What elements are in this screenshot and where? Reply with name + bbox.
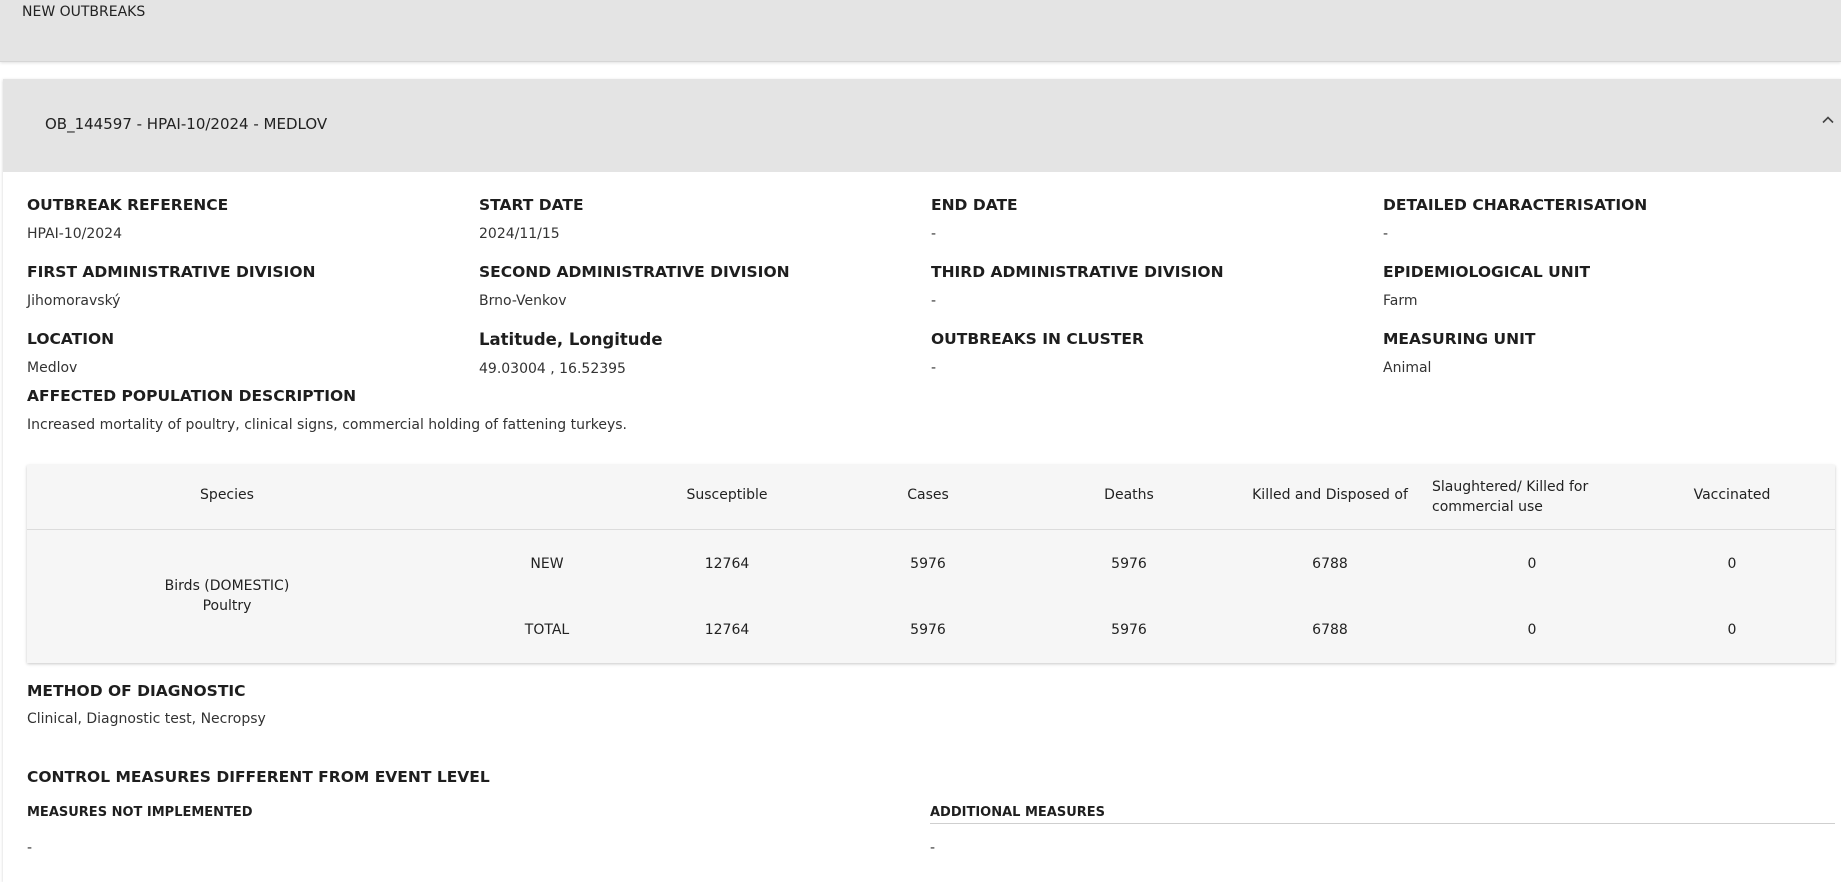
field-affected-population: AFFECTED POPULATION DESCRIPTION Increase… [27,387,627,433]
species-name: Poultry [202,598,252,614]
measures-not-implemented-label: MEASURES NOT IMPLEMENTED [27,805,253,820]
header-cases: Cases [907,487,949,503]
table-cell: 12764 [704,556,750,572]
table-header-row: Species Susceptible Cases Deaths Killed … [27,465,1835,530]
field-label: END DATE [931,196,1018,214]
additional-measures-label: ADDITIONAL MEASURES [930,805,1106,820]
table-cell: 0 [1527,622,1537,638]
row-type-total: TOTAL [524,622,570,638]
field-outbreak-reference: OUTBREAK REFERENCE HPAI-10/2024 [27,196,228,242]
method-of-diagnostic-value: Clinical, Diagnostic test, Necropsy [27,711,266,727]
table-cell: 6788 [1312,622,1348,638]
field-label: LOCATION [27,330,115,348]
field-label: EPIDEMIOLOGICAL UNIT [1383,263,1591,281]
field-label: OUTBREAK REFERENCE [27,196,229,214]
field-label: AFFECTED POPULATION DESCRIPTION [27,387,357,405]
field-value: - [1383,226,1389,242]
field-value: - [931,226,937,242]
field-label: OUTBREAKS IN CLUSTER [931,330,1144,348]
row-type-new: NEW [530,556,564,572]
method-of-diagnostic-label: METHOD OF DIAGNOSTIC [27,682,246,700]
table-cell: 5976 [910,622,946,638]
field-value: Animal [1383,360,1432,376]
field-lat-long: Latitude, Longitude 49.03004 , 16.52395 [479,330,663,377]
header-deaths: Deaths [1104,487,1154,503]
field-location: LOCATION Medlov [27,330,114,376]
field-outbreaks-in-cluster: OUTBREAKS IN CLUSTER - [931,330,1144,376]
field-value: Jihomoravský [27,293,121,309]
field-start-date: START DATE 2024/11/15 [479,196,584,242]
table-cell: 12764 [704,622,750,638]
field-second-admin-division: SECOND ADMINISTRATIVE DIVISION Brno-Venk… [479,263,790,309]
field-detailed-characterisation: DETAILED CHARACTERISATION - [1383,196,1647,242]
divider [930,823,1835,824]
field-epidemiological-unit: EPIDEMIOLOGICAL UNIT Farm [1383,263,1590,309]
field-label: THIRD ADMINISTRATIVE DIVISION [931,263,1224,281]
new-outbreaks-bar: NEW OUTBREAKS [0,0,1841,62]
header-killed-disposed: Killed and Disposed of [1252,487,1408,503]
species-table: Species Susceptible Cases Deaths Killed … [27,465,1835,663]
table-cell: 6788 [1312,556,1348,572]
field-value: HPAI-10/2024 [27,226,122,242]
header-slaughtered: Slaughtered/ Killed for commercial use [1432,477,1632,517]
species-cell: Birds (DOMESTIC) Poultry [27,576,427,616]
field-value: 49.03004 , 16.52395 [479,361,626,377]
outbreak-panel-header[interactable]: OB_144597 - HPAI-10/2024 - MEDLOV [3,79,1841,172]
table-cell: 5976 [1111,622,1147,638]
table-cell: 0 [1527,556,1537,572]
table-cell: 0 [1727,622,1737,638]
header-vaccinated: Vaccinated [1693,487,1771,503]
outbreak-header-title: OB_144597 - HPAI-10/2024 - MEDLOV [45,115,328,133]
field-end-date: END DATE - [931,196,1018,242]
field-value: - [931,293,937,309]
header-susceptible: Susceptible [686,487,768,503]
field-label: SECOND ADMINISTRATIVE DIVISION [479,263,790,281]
field-label: DETAILED CHARACTERISATION [1383,196,1648,214]
section-title: NEW OUTBREAKS [22,4,146,20]
additional-measures-value: - [930,840,936,856]
field-value: - [931,360,937,376]
species-group: Birds (DOMESTIC) [164,578,290,594]
field-measuring-unit: MEASURING UNIT Animal [1383,330,1535,376]
table-cell: 5976 [910,556,946,572]
field-value: Farm [1383,293,1418,309]
header-slaughtered-line1: Slaughtered/ Killed for [1432,479,1589,495]
field-third-admin-division: THIRD ADMINISTRATIVE DIVISION - [931,263,1224,309]
header-slaughtered-line2: commercial use [1432,499,1543,515]
field-label: Latitude, Longitude [479,330,663,349]
field-value: Increased mortality of poultry, clinical… [27,417,628,433]
table-cell: 5976 [1111,556,1147,572]
header-species: Species [200,487,254,503]
measures-not-implemented-value: - [27,840,33,856]
field-value: Medlov [27,360,78,376]
chevron-up-icon[interactable] [1821,113,1835,127]
table-cell: 0 [1727,556,1737,572]
field-first-admin-division: FIRST ADMINISTRATIVE DIVISION Jihomoravs… [27,263,315,309]
field-value: Brno-Venkov [479,293,567,309]
field-label: MEASURING UNIT [1383,330,1536,348]
field-label: START DATE [479,196,584,214]
control-measures-label: CONTROL MEASURES DIFFERENT FROM EVENT LE… [27,768,490,786]
field-label: FIRST ADMINISTRATIVE DIVISION [27,263,316,281]
field-value: 2024/11/15 [479,226,560,242]
